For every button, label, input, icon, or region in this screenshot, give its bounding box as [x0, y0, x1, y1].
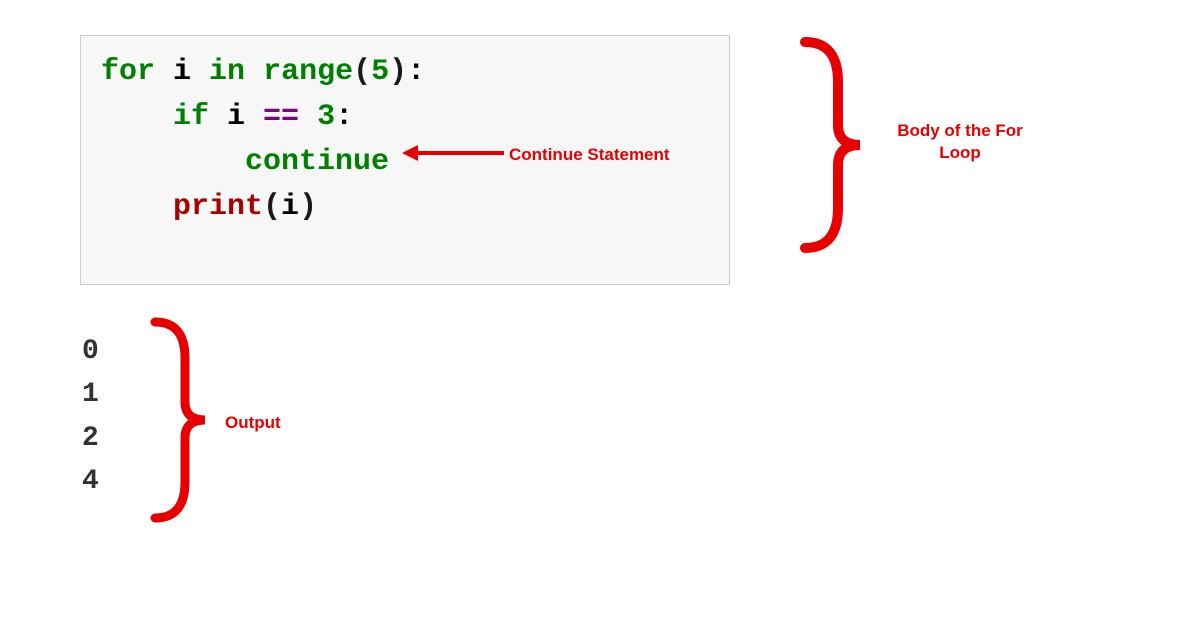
keyword-continue: continue: [245, 145, 389, 179]
number-3: 3: [317, 100, 335, 134]
code-line-2: if i == 3:: [101, 95, 709, 140]
variable-i: i: [155, 55, 209, 89]
keyword-for: for: [101, 55, 155, 89]
brace-small-icon: [140, 310, 215, 530]
output-line: 1: [82, 373, 99, 416]
brace-large-icon: [790, 30, 870, 260]
variable-i: i: [209, 100, 263, 134]
paren-close: ): [299, 190, 317, 224]
code-line-1: for i in range(5):: [101, 50, 709, 95]
keyword-in: in: [209, 55, 245, 89]
variable-i: i: [281, 190, 299, 224]
arrow-line: [416, 151, 504, 155]
paren-close: ): [389, 55, 407, 89]
output-block: 0 1 2 4: [82, 330, 99, 504]
paren-open: (: [353, 55, 371, 89]
annotation-body-label: Body of the For Loop: [885, 120, 1035, 164]
builtin-range: range: [263, 55, 353, 89]
colon: :: [407, 55, 425, 89]
paren-open: (: [263, 190, 281, 224]
output-line: 4: [82, 460, 99, 503]
annotation-output-label: Output: [225, 412, 281, 434]
number-5: 5: [371, 55, 389, 89]
code-line-4: print(i): [101, 185, 709, 230]
colon: :: [335, 100, 353, 134]
builtin-print: print: [173, 190, 263, 224]
output-line: 0: [82, 330, 99, 373]
annotation-continue-statement: Continue Statement: [509, 144, 670, 166]
output-line: 2: [82, 417, 99, 460]
operator-eq: ==: [263, 100, 299, 134]
keyword-if: if: [173, 100, 209, 134]
